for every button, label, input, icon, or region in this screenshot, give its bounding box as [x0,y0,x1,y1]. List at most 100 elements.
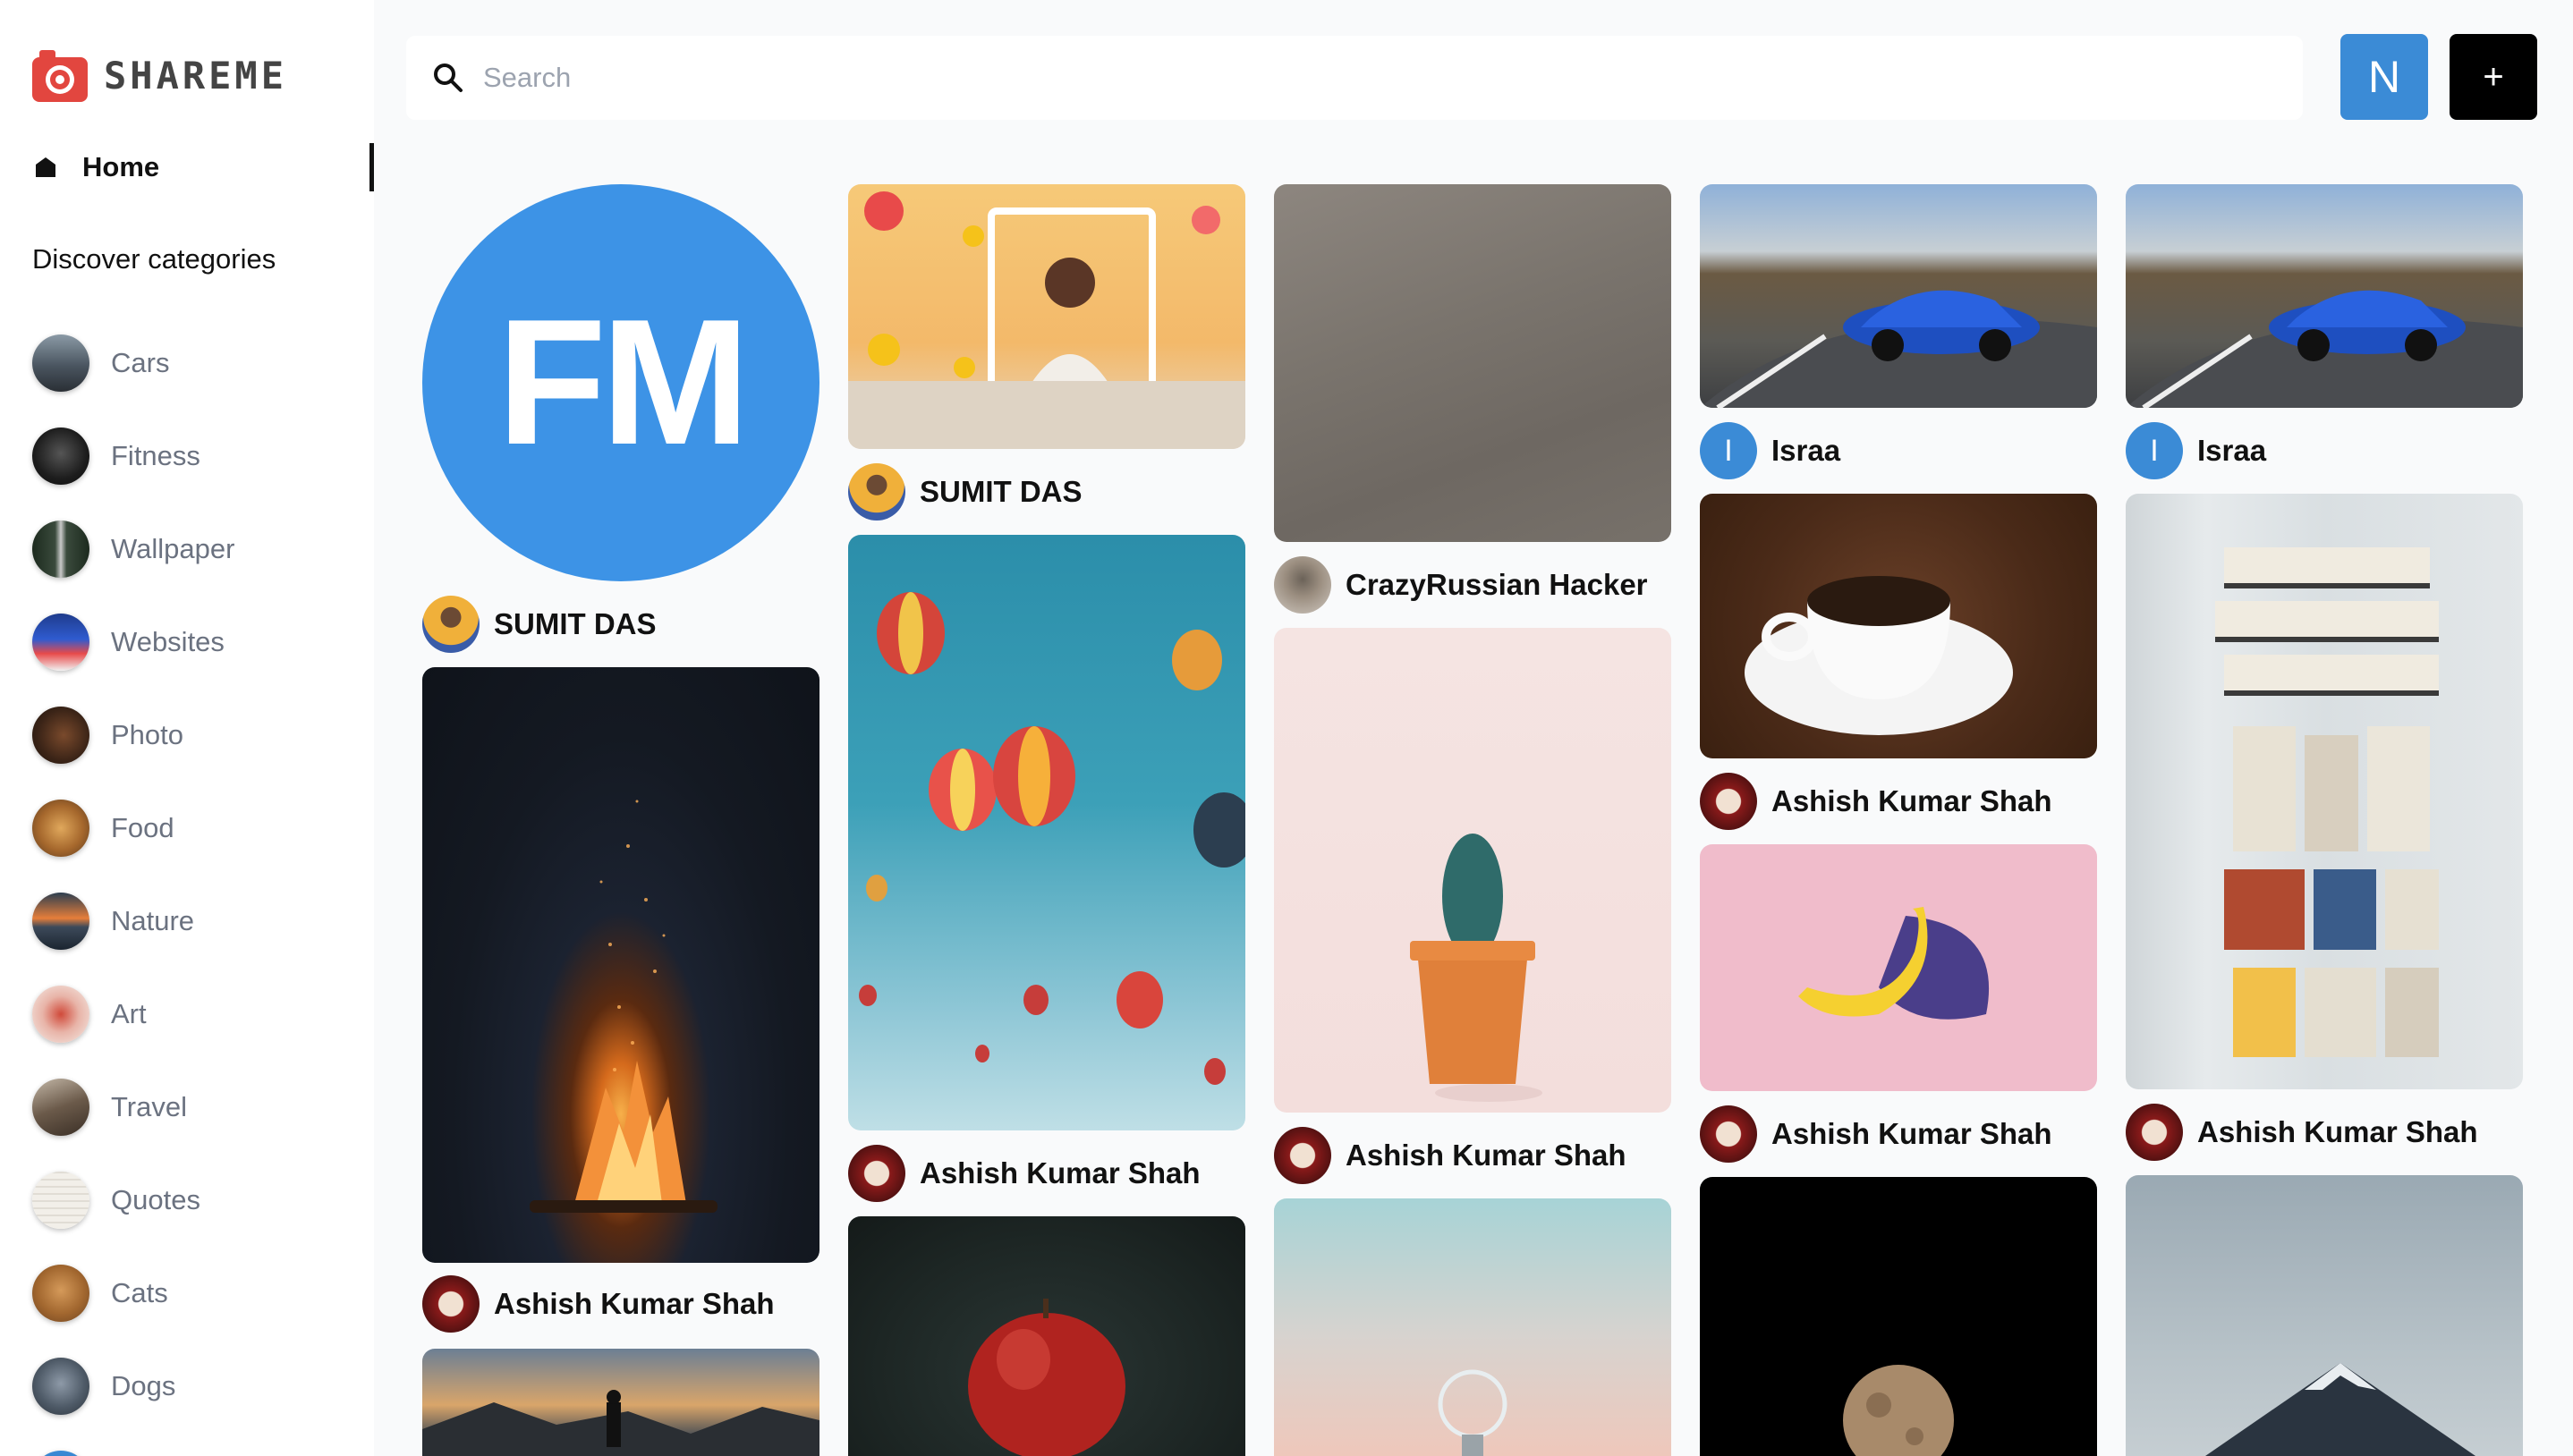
user-name: Ashish Kumar Shah [920,1156,1201,1189]
pin-image-banana[interactable] [1700,844,2097,1091]
category-avatar [32,893,89,950]
pin-image-sunset-person[interactable] [422,1349,819,1456]
pin-image-cactus-pot[interactable] [1274,628,1671,1113]
user-name: Ashish Kumar Shah [1771,1117,2052,1150]
category-item-food[interactable]: Food [32,782,234,875]
pin-user[interactable]: Ashish Kumar Shah [422,1275,775,1333]
user-name: Ashish Kumar Shah [2197,1115,2478,1148]
user-avatar [1274,556,1331,614]
category-label: Photo [111,719,184,750]
category-avatar [32,707,89,764]
category-avatar [32,427,89,485]
category-avatar [32,521,89,578]
category-item-fitness[interactable]: Fitness [32,410,234,503]
category-label: Travel [111,1091,187,1122]
category-item-nature[interactable]: Nature [32,875,234,968]
create-pin-button[interactable]: + [2450,34,2537,120]
user-avatar [422,596,480,653]
pin-image-coffee-cup[interactable] [1700,494,2097,758]
pin-image-blue-car[interactable] [1700,184,2097,408]
category-item-dogs[interactable]: Dogs [32,1340,234,1433]
user-avatar [848,463,905,521]
pin-user[interactable]: Ashish Kumar Shah [1700,773,2052,830]
app-logo[interactable]: SHAREME [32,48,287,102]
home-icon [32,154,59,181]
user-avatar: I [1700,422,1757,479]
pin-image-bookshelf[interactable] [2126,494,2523,1089]
category-avatar [32,986,89,1043]
user-name: Ashish Kumar Shah [1771,784,2052,817]
pin-image-grey-texture[interactable] [1274,184,1671,542]
pin-user[interactable]: CrazyRussian Hacker [1274,556,1648,614]
app-name: SHAREME [104,53,288,97]
category-avatar [32,1451,89,1456]
category-item-art[interactable]: Art [32,968,234,1061]
category-avatar [32,614,89,671]
category-item-travel[interactable]: Travel [32,1061,234,1154]
pin-image-red-apple[interactable] [848,1216,1245,1456]
search-bar[interactable] [406,36,2303,120]
pin-image-bonfire[interactable] [422,667,819,1263]
user-name: SUMIT DAS [494,607,657,640]
pin-logo-text: FM [497,283,751,482]
category-item-cats[interactable]: Cats [32,1247,234,1340]
nav-home[interactable]: Home [32,143,374,191]
user-name: Ashish Kumar Shah [1346,1139,1626,1172]
user-name: Israa [1771,434,1841,467]
category-avatar [32,334,89,392]
sidebar: SHAREME Home Discover categories Cars Fi… [0,0,374,1456]
pin-user[interactable]: I Israa [2126,422,2266,479]
pin-image-mountain[interactable] [2126,1175,2523,1456]
pin-image-blue-car[interactable] [2126,184,2523,408]
camera-icon [32,48,88,102]
category-label: Dogs [111,1370,176,1401]
pin-image-moon[interactable] [1700,1177,2097,1456]
search-icon [431,61,465,95]
user-avatar [1274,1127,1331,1184]
pin-user[interactable]: Ashish Kumar Shah [1700,1105,2052,1163]
category-avatar [32,1079,89,1136]
nav-home-label: Home [82,151,160,182]
user-avatar [1700,773,1757,830]
user-avatar [1700,1105,1757,1163]
category-avatar [32,1265,89,1322]
user-avatar-button[interactable]: N [2340,34,2428,120]
category-label: Cats [111,1277,168,1308]
pin-image-light-bulb[interactable] [1274,1198,1671,1456]
pin-image-hot-air-balloons[interactable] [848,535,1245,1130]
category-item-wallpaper[interactable]: Wallpaper [32,503,234,596]
category-item-quotes[interactable]: Quotes [32,1154,234,1247]
category-label: Quotes [111,1184,200,1215]
category-label: Cars [111,347,170,378]
pin-user[interactable]: SUMIT DAS [848,463,1083,521]
category-item-cars[interactable]: Cars [32,317,234,410]
user-avatar [2126,1104,2183,1161]
pin-user[interactable]: Ashish Kumar Shah [1274,1127,1626,1184]
user-name: Israa [2197,434,2267,467]
pin-image-influencer-frame[interactable] [848,184,1245,449]
user-avatar [422,1275,480,1333]
user-avatar: I [2126,422,2183,479]
discover-categories-heading: Discover categories [32,243,276,275]
category-avatar [32,1358,89,1415]
category-label: Nature [111,905,195,936]
category-item-photo[interactable]: Photo [32,689,234,782]
pin-user[interactable]: Ashish Kumar Shah [848,1145,1201,1202]
category-avatar [32,1172,89,1229]
category-label: Food [111,812,174,843]
pin-image-fm-logo[interactable]: FM [422,184,819,581]
category-list: Cars Fitness Wallpaper Websites Photo Fo… [32,317,234,1456]
user-name: SUMIT DAS [920,475,1083,508]
user-name: Ashish Kumar Shah [494,1287,775,1320]
user-name: CrazyRussian Hacker [1346,568,1648,601]
search-input[interactable] [483,62,2183,94]
category-label: Wallpaper [111,533,235,564]
category-item-websites[interactable]: Websites [32,596,234,689]
user-avatar [848,1145,905,1202]
pin-user[interactable]: I Israa [1700,422,1840,479]
pin-user[interactable]: SUMIT DAS [422,596,657,653]
category-item-partial[interactable] [32,1433,234,1456]
pin-user[interactable]: Ashish Kumar Shah [2126,1104,2478,1161]
category-avatar [32,800,89,857]
category-label: Websites [111,626,225,657]
